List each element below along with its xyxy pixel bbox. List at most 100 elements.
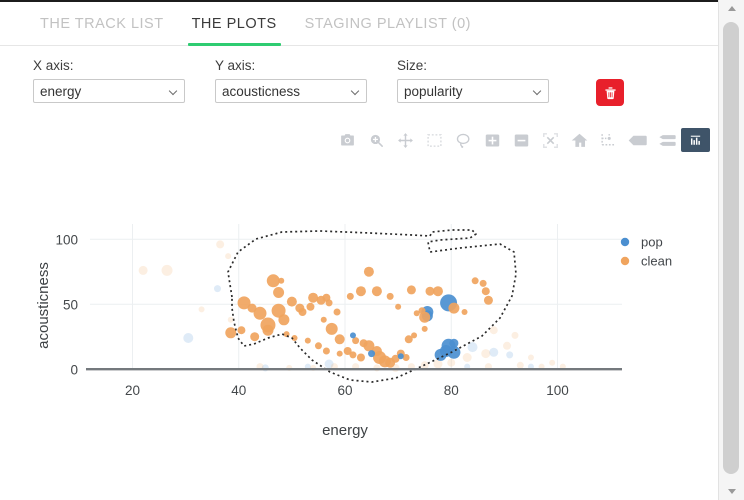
data-point-clean[interactable] bbox=[503, 341, 512, 350]
data-point-clean[interactable] bbox=[314, 342, 322, 350]
data-point-clean[interactable] bbox=[516, 361, 524, 369]
data-point-clean[interactable] bbox=[247, 303, 257, 313]
data-point-clean[interactable] bbox=[359, 339, 368, 348]
data-point-clean[interactable] bbox=[349, 351, 357, 359]
legend-label[interactable]: clean bbox=[641, 254, 672, 269]
data-point-pop[interactable] bbox=[349, 332, 356, 339]
box-select-icon[interactable] bbox=[420, 128, 449, 152]
data-point-pop[interactable] bbox=[368, 350, 376, 358]
data-point-clean[interactable] bbox=[483, 295, 493, 305]
data-point-pop[interactable] bbox=[434, 348, 447, 361]
data-point-clean[interactable] bbox=[363, 266, 374, 277]
tab-track-list[interactable]: THE TRACK LIST bbox=[26, 2, 178, 46]
data-point-clean[interactable] bbox=[413, 310, 420, 317]
data-point-clean[interactable] bbox=[425, 286, 435, 296]
trash-icon bbox=[604, 86, 617, 100]
x-axis-select-wrap: energy bbox=[33, 79, 185, 103]
data-point-clean[interactable] bbox=[320, 316, 327, 323]
legend-label[interactable]: pop bbox=[641, 235, 663, 250]
data-point-clean[interactable] bbox=[325, 322, 338, 335]
data-point-clean[interactable] bbox=[462, 353, 472, 362]
data-point-clean[interactable] bbox=[250, 332, 260, 342]
data-point-clean[interactable] bbox=[138, 265, 148, 275]
scatter-plot[interactable]: 0 50 100 20 40 60 80 100 energy acousticness pop cl… bbox=[0, 160, 719, 490]
data-point-clean[interactable] bbox=[421, 325, 428, 332]
data-point-clean[interactable] bbox=[371, 286, 382, 297]
pan-icon[interactable] bbox=[391, 128, 420, 152]
data-point-clean[interactable] bbox=[461, 309, 468, 315]
data-point-clean[interactable] bbox=[481, 287, 490, 296]
size-control-group: Size: popularity bbox=[397, 58, 579, 103]
data-point-clean[interactable] bbox=[448, 302, 460, 314]
data-point-clean[interactable] bbox=[395, 303, 402, 310]
page-scrollbar[interactable] bbox=[718, 0, 744, 500]
data-point-clean[interactable] bbox=[266, 274, 280, 288]
scroll-up-arrow-icon[interactable] bbox=[719, 0, 744, 17]
data-point-clean[interactable] bbox=[402, 354, 410, 361]
data-point-clean[interactable] bbox=[304, 337, 311, 344]
data-point-clean[interactable] bbox=[447, 358, 456, 367]
data-point-clean[interactable] bbox=[298, 308, 307, 316]
data-point-pop[interactable] bbox=[489, 347, 499, 357]
zoom-icon[interactable] bbox=[362, 128, 391, 152]
data-point-clean[interactable] bbox=[479, 279, 487, 287]
tab-the-plots-label: THE PLOTS bbox=[191, 15, 277, 32]
y-axis-select[interactable]: acousticness bbox=[215, 79, 367, 103]
data-point-clean[interactable] bbox=[356, 353, 365, 362]
data-point-clean[interactable] bbox=[489, 326, 498, 335]
data-point-pop[interactable] bbox=[183, 333, 194, 343]
hover-compare-closest-icon[interactable] bbox=[623, 128, 652, 152]
data-point-clean[interactable] bbox=[278, 277, 285, 284]
data-point-clean[interactable] bbox=[346, 292, 354, 300]
app-root: THE TRACK LIST THE PLOTS STAGING PLAYLIS… bbox=[0, 0, 744, 500]
data-point-clean[interactable] bbox=[511, 331, 519, 339]
autoscale-icon[interactable] bbox=[536, 128, 565, 152]
data-point-clean[interactable] bbox=[406, 285, 416, 295]
data-point-clean[interactable] bbox=[411, 332, 418, 339]
data-point-clean[interactable] bbox=[334, 334, 345, 345]
tab-the-plots[interactable]: THE PLOTS bbox=[178, 2, 291, 46]
data-point-clean[interactable] bbox=[336, 350, 343, 357]
delete-plot-button[interactable] bbox=[596, 79, 624, 106]
data-point-clean[interactable] bbox=[549, 359, 556, 366]
data-point-clean[interactable] bbox=[262, 324, 274, 336]
hover-compare-data-icon[interactable] bbox=[652, 128, 681, 152]
data-point-clean[interactable] bbox=[198, 306, 205, 313]
scroll-down-arrow-icon[interactable] bbox=[719, 483, 744, 500]
zoom-out-icon[interactable] bbox=[507, 128, 536, 152]
data-point-clean[interactable] bbox=[325, 299, 333, 307]
data-point-clean[interactable] bbox=[225, 327, 237, 339]
data-point-clean[interactable] bbox=[527, 354, 534, 361]
scrollbar-thumb[interactable] bbox=[723, 22, 739, 474]
download-plot-png-icon[interactable] bbox=[333, 128, 362, 152]
data-point-clean[interactable] bbox=[308, 292, 319, 303]
size-select[interactable]: popularity bbox=[397, 79, 549, 103]
tab-staging-playlist[interactable]: STAGING PLAYLIST (0) bbox=[291, 2, 485, 46]
data-point-clean[interactable] bbox=[355, 286, 366, 297]
data-point-clean[interactable] bbox=[481, 349, 491, 359]
lasso-select-icon[interactable] bbox=[449, 128, 478, 152]
data-point-clean[interactable] bbox=[161, 264, 173, 276]
data-point-pop[interactable] bbox=[449, 338, 459, 348]
data-point-clean[interactable] bbox=[333, 308, 341, 316]
data-point-clean[interactable] bbox=[471, 277, 479, 285]
reset-axes-home-icon[interactable] bbox=[565, 128, 594, 152]
data-point-pop[interactable] bbox=[397, 353, 404, 360]
data-point-clean[interactable] bbox=[322, 347, 330, 355]
data-point-clean[interactable] bbox=[278, 314, 290, 326]
data-point-clean[interactable] bbox=[306, 302, 315, 311]
data-point-pop[interactable] bbox=[506, 351, 514, 359]
data-point-clean[interactable] bbox=[386, 292, 394, 300]
data-point-clean[interactable] bbox=[286, 296, 297, 307]
data-point-clean[interactable] bbox=[225, 253, 232, 260]
data-point-clean[interactable] bbox=[216, 240, 225, 249]
data-point-clean[interactable] bbox=[273, 287, 285, 298]
data-point-clean[interactable] bbox=[237, 326, 246, 335]
toggle-spike-lines-icon[interactable] bbox=[594, 128, 623, 152]
plotly-logo-icon[interactable] bbox=[681, 128, 710, 152]
x-axis-select[interactable]: energy bbox=[33, 79, 185, 103]
zoom-in-icon[interactable] bbox=[478, 128, 507, 152]
chart-legend[interactable]: pop clean bbox=[620, 235, 672, 269]
data-point-pop[interactable] bbox=[214, 285, 221, 293]
scatter-plot-svg[interactable]: 0 50 100 20 40 60 80 100 energy acousticness pop cl… bbox=[0, 160, 719, 490]
